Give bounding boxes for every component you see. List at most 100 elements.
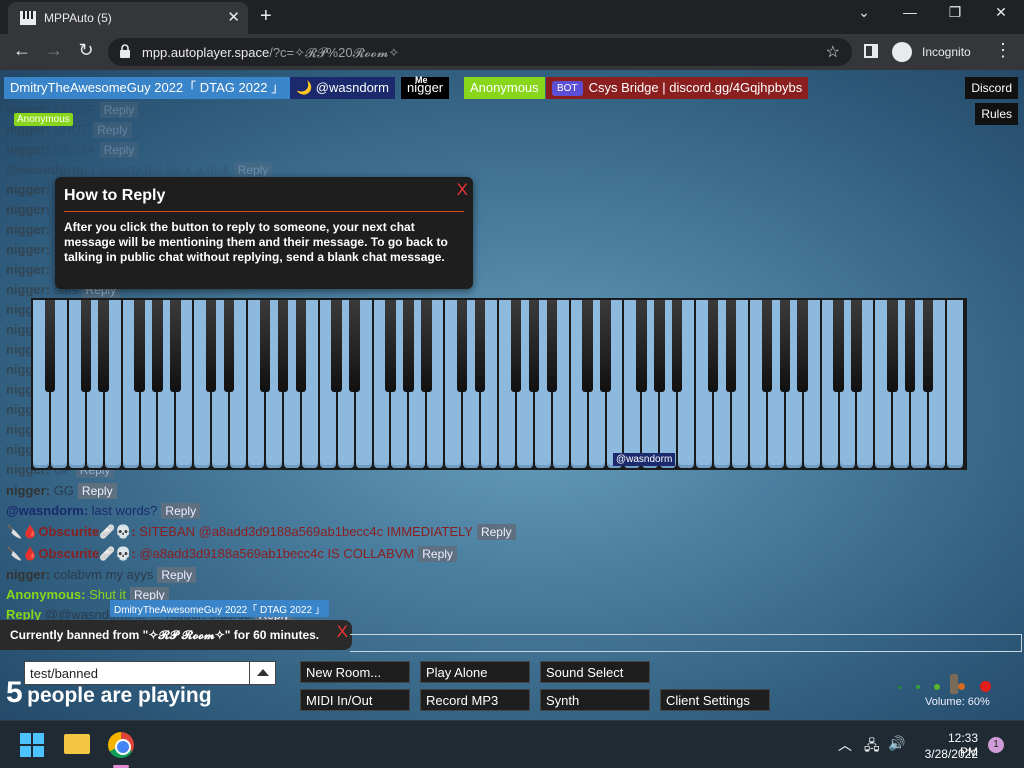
chat-author[interactable]: nigg (6, 442, 33, 457)
piano-black-key[interactable] (277, 300, 289, 392)
reply-button[interactable]: Reply (99, 102, 139, 118)
reply-button[interactable]: Reply (476, 524, 516, 540)
rules-button[interactable]: Rules (975, 103, 1018, 125)
side-panel-icon[interactable] (864, 44, 878, 58)
piano-black-key[interactable] (223, 300, 235, 392)
address-bar[interactable]: mpp.autoplayer.space/?c=✧𝓡𝓟%20𝓡𝓸𝓸𝓶✧ ☆ (108, 38, 852, 66)
piano-black-key[interactable] (779, 300, 790, 392)
chat-author[interactable]: Anonymous: (6, 587, 85, 602)
reply-button[interactable]: Reply (93, 122, 132, 138)
sound-select-button[interactable]: Sound Select (540, 661, 650, 683)
record-mp3-button[interactable]: Record MP3 (420, 689, 530, 711)
ban-close-button[interactable]: X (337, 622, 348, 642)
network-icon[interactable]: 🖧 (864, 735, 880, 759)
reply-button[interactable]: Reply (233, 162, 273, 178)
piano-black-key[interactable] (98, 300, 109, 392)
tray-chevron-icon[interactable]: ︿ (838, 735, 852, 755)
user-badge[interactable]: Me nigger (401, 75, 450, 99)
restore-icon[interactable]: ❐ (941, 4, 969, 21)
chat-author[interactable]: nigger: (6, 483, 50, 498)
chat-author[interactable]: nigg (6, 402, 33, 417)
piano-black-key[interactable] (600, 300, 611, 392)
chat-author[interactable]: nigg (6, 302, 33, 317)
reply-button[interactable]: Reply (157, 567, 197, 583)
piano-black-key[interactable] (672, 300, 683, 392)
piano-black-key[interactable] (403, 300, 414, 392)
discord-button[interactable]: Discord (965, 77, 1018, 99)
piano-black-key[interactable] (887, 300, 898, 392)
piano-black-key[interactable] (456, 300, 468, 392)
piano-black-key[interactable] (582, 300, 593, 392)
piano-black-key[interactable] (707, 300, 719, 392)
user-badge[interactable]: Anonymous (464, 77, 545, 99)
chat-author[interactable]: @wasndorm: (6, 162, 88, 177)
chat-input[interactable] (350, 634, 1022, 652)
chat-author[interactable]: nigg (6, 322, 33, 337)
piano-black-key[interactable] (385, 300, 396, 392)
user-badge[interactable]: DmitryTheAwesomeGuy 2022「 DTAG 2022 」 (4, 77, 291, 99)
close-window-icon[interactable]: ✕ (987, 4, 1015, 21)
browser-menu-icon[interactable]: ⋮ (994, 40, 1012, 61)
piano-black-key[interactable] (152, 300, 163, 392)
piano-black-key[interactable] (206, 300, 217, 392)
incognito-label[interactable]: Incognito (922, 45, 971, 59)
piano-black-key[interactable] (725, 300, 737, 392)
chat-author[interactable]: nigger: (6, 262, 50, 277)
speaker-icon[interactable]: 🔊 (888, 735, 905, 752)
chat-author[interactable]: nigg (6, 422, 33, 437)
chat-author[interactable]: nigg (6, 362, 33, 377)
bookmark-star-icon[interactable]: ☆ (826, 42, 840, 62)
chat-author[interactable]: nigger: (6, 202, 50, 217)
piano-black-key[interactable] (797, 300, 808, 392)
url-text[interactable]: mpp.autoplayer.space/?c=✧𝓡𝓟%20𝓡𝓸𝓸𝓶✧ (142, 45, 399, 61)
chat-author[interactable]: nigger: (6, 567, 50, 582)
popup-close-button[interactable]: X (457, 180, 468, 200)
reply-button[interactable]: Reply (77, 483, 117, 499)
notification-badge[interactable]: 1 (988, 737, 1004, 753)
piano-keyboard[interactable] (31, 298, 967, 470)
lock-icon[interactable] (120, 44, 130, 58)
piano-black-key[interactable] (761, 300, 773, 392)
piano-black-key[interactable] (295, 300, 307, 392)
piano-black-key[interactable] (833, 300, 844, 392)
reload-icon[interactable]: ↻ (74, 40, 98, 61)
chat-author[interactable]: nigger: (6, 182, 50, 197)
piano-black-key[interactable] (44, 300, 56, 392)
new-room-button[interactable]: New Room... (300, 661, 410, 683)
play-alone-button[interactable]: Play Alone (420, 661, 530, 683)
chevron-up-icon[interactable] (249, 662, 275, 684)
piano-white-key[interactable] (947, 300, 963, 468)
piano-black-key[interactable] (510, 300, 522, 392)
browser-tab[interactable]: MPPAuto (5) ✕ (8, 2, 248, 34)
tab-search-icon[interactable]: ⌄ (850, 4, 878, 21)
windows-start-icon[interactable] (20, 733, 44, 757)
piano-black-key[interactable] (851, 300, 862, 392)
reply-button[interactable]: Reply (99, 142, 139, 158)
piano-black-key[interactable] (654, 300, 665, 392)
chat-author[interactable]: 🔪🩸Obscurite🩹💀: (6, 524, 136, 539)
back-icon[interactable]: ← (10, 40, 34, 61)
reply-button[interactable]: Reply (161, 503, 201, 519)
reply-button[interactable]: Reply (418, 546, 457, 562)
piano-black-key[interactable] (331, 300, 342, 392)
piano-black-key[interactable] (528, 300, 540, 392)
piano-black-key[interactable] (134, 300, 145, 392)
user-badge[interactable]: 🌙 @wasndorm (290, 77, 395, 99)
midi-button[interactable]: MIDI In/Out (300, 689, 410, 711)
chat-author[interactable]: nigger: (6, 142, 50, 157)
chrome-icon[interactable] (108, 732, 134, 758)
forward-icon[interactable]: → (42, 40, 66, 61)
user-badge[interactable]: BOT Csys Bridge | discord.gg/4Gqjhpbybs (546, 77, 809, 99)
clock-date[interactable]: 3/28/2022 (920, 747, 978, 761)
piano-black-key[interactable] (259, 300, 271, 392)
chat-author[interactable]: 🔪🩸Obscurite🩹💀: (6, 546, 136, 561)
piano-black-key[interactable] (80, 300, 91, 392)
chat-author[interactable]: @wasndorm: (6, 503, 88, 518)
piano-black-key[interactable] (349, 300, 360, 392)
chat-author[interactable]: nigg (6, 382, 33, 397)
chat-author[interactable]: nigger: (6, 282, 50, 297)
chat-author[interactable]: nigg (6, 342, 33, 357)
new-tab-icon[interactable]: + (260, 5, 272, 28)
volume-slider-handle[interactable] (950, 674, 958, 694)
chat-author[interactable]: nigger: (6, 222, 50, 237)
